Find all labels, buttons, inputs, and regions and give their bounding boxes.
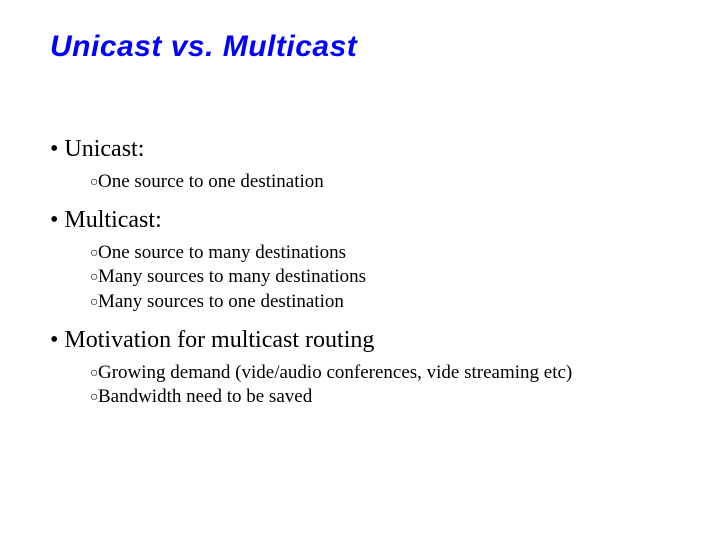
- sub-bullet-text: Many sources to one destination: [98, 291, 344, 312]
- sub-bullet-list: One source to one destination: [50, 170, 670, 195]
- bullet-item: Multicast: One source to many destinatio…: [50, 205, 670, 315]
- slide-title: Unicast vs. Multicast: [50, 30, 670, 64]
- sub-bullet-item: Bandwidth need to be saved: [90, 385, 670, 410]
- sub-bullet-text: One source to one destination: [98, 171, 324, 192]
- bullet-text: Motivation for multicast routing: [64, 327, 374, 353]
- bullet-text: Multicast:: [64, 207, 161, 233]
- sub-bullet-text: Bandwidth need to be saved: [98, 386, 312, 407]
- bullet-list: Unicast: One source to one destination M…: [50, 134, 670, 410]
- bullet-item: Motivation for multicast routing Growing…: [50, 325, 670, 410]
- sub-bullet-text: Growing demand (vide/audio conferences, …: [98, 362, 572, 383]
- sub-bullet-item: One source to many destinations: [90, 241, 670, 266]
- bullet-item: Unicast: One source to one destination: [50, 134, 670, 195]
- sub-bullet-text: One source to many destinations: [98, 242, 346, 263]
- sub-bullet-item: Growing demand (vide/audio conferences, …: [90, 361, 670, 386]
- bullet-text: Unicast:: [64, 136, 144, 162]
- sub-bullet-item: One source to one destination: [90, 170, 670, 195]
- sub-bullet-text: Many sources to many destinations: [98, 266, 366, 287]
- sub-bullet-list: One source to many destinations Many sou…: [50, 241, 670, 315]
- slide: Unicast vs. Multicast Unicast: One sourc…: [0, 0, 720, 540]
- sub-bullet-item: Many sources to one destination: [90, 290, 670, 315]
- sub-bullet-list: Growing demand (vide/audio conferences, …: [50, 361, 670, 410]
- sub-bullet-item: Many sources to many destinations: [90, 265, 670, 290]
